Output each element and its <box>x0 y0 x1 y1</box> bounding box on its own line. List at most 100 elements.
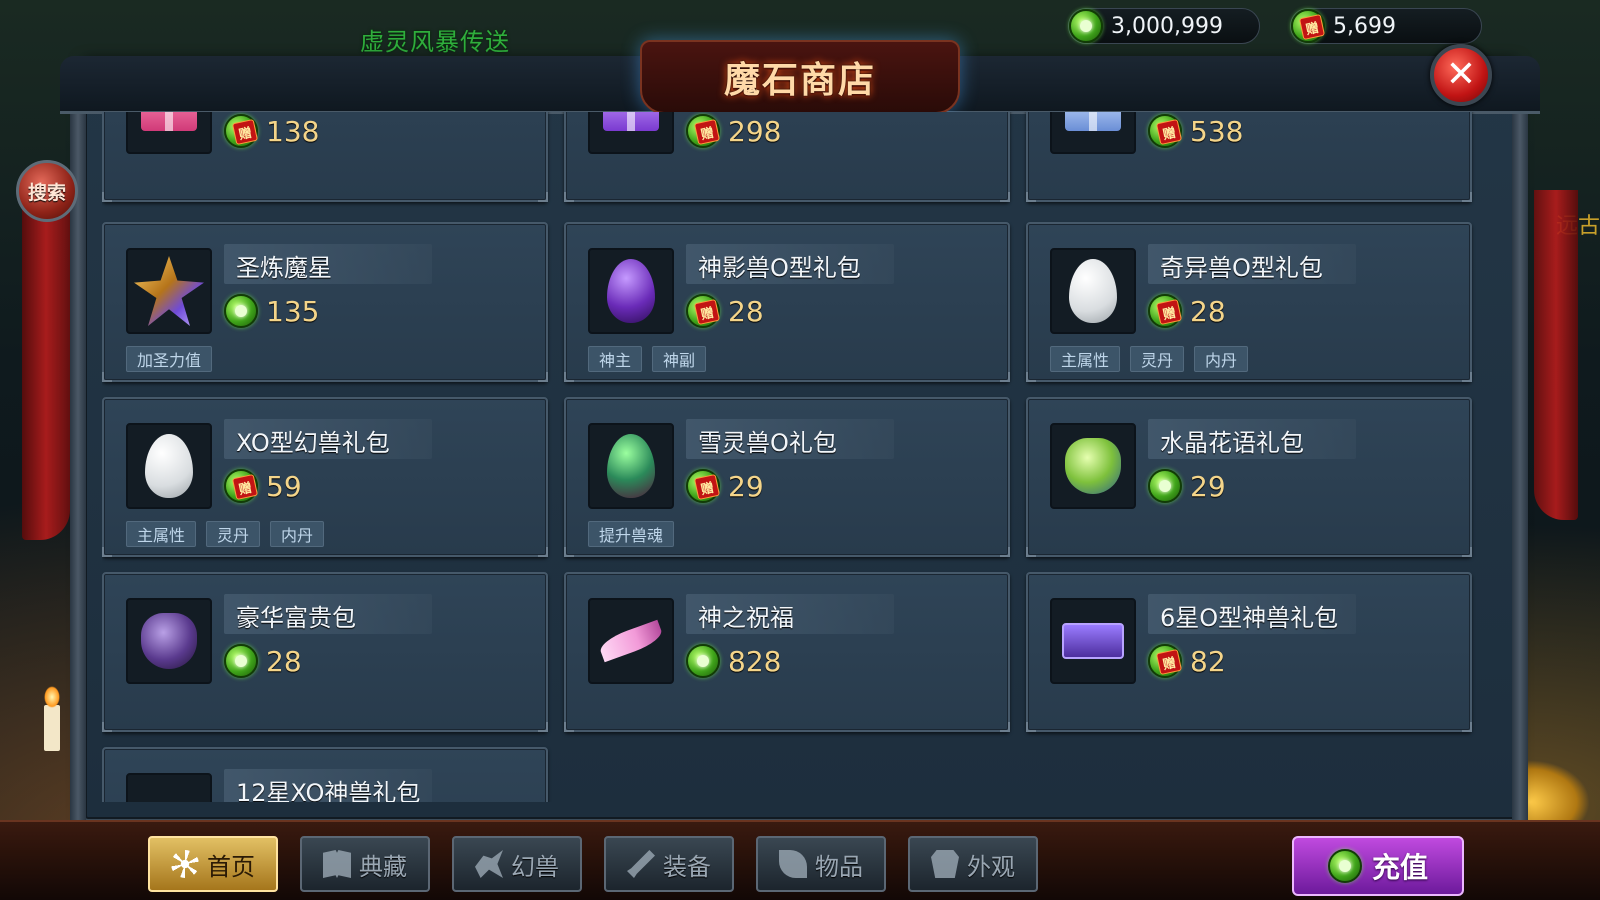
armor-icon <box>931 850 959 878</box>
white-egg-icon <box>1050 248 1136 334</box>
item-price: 28 <box>1190 294 1226 328</box>
item-icon <box>126 773 212 802</box>
item-tag[interactable]: 提升兽魂 <box>588 521 675 547</box>
item-card[interactable]: 神之祝福 828 <box>564 572 1010 732</box>
item-price: 28 <box>728 294 764 328</box>
scene-banner-text: 虚灵风暴传送 <box>360 28 510 56</box>
item-tags: 加圣力值 <box>126 346 213 372</box>
price-row: 赠 28 <box>686 294 764 328</box>
purple-egg-icon <box>588 248 674 334</box>
gold-amount: 3,000,999 <box>1111 13 1223 39</box>
bonus-stone-icon: 赠 <box>686 469 721 503</box>
price-row: 赠 138 <box>224 114 319 148</box>
item-card[interactable]: 赠 538 <box>1026 112 1472 202</box>
item-card[interactable]: 豪华富贵包 28 <box>102 572 548 732</box>
tab-beast[interactable]: 幻兽 <box>452 836 582 892</box>
item-name: 奇异兽O型礼包 <box>1160 254 1323 282</box>
bonus-tag: 赠 <box>693 118 721 146</box>
magic-stone-icon <box>224 294 258 328</box>
item-card[interactable]: 12星XO神兽礼包 <box>102 747 548 802</box>
dragon-icon <box>475 850 503 878</box>
item-price: 29 <box>728 469 764 503</box>
bonus-stone-icon: 赠 <box>1148 294 1183 328</box>
price-row: 赠 28 <box>1148 294 1226 328</box>
item-tags: 提升兽魂 <box>588 521 675 547</box>
bottom-nav: 首页 典藏 幻兽 装备 物品 外观 <box>148 836 1038 892</box>
tab-beast-label: 幻兽 <box>511 852 559 881</box>
green-egg-icon <box>588 423 674 509</box>
item-name: 神影兽O型礼包 <box>698 254 861 282</box>
crystal-bag-icon <box>1050 423 1136 509</box>
star-weapon-icon <box>126 248 212 334</box>
bonus-stone-icon: 赠 <box>686 114 721 148</box>
item-tag[interactable]: 内丹 <box>270 521 325 547</box>
item-name: 神之祝福 <box>698 604 794 632</box>
tab-goods[interactable]: 物品 <box>756 836 886 892</box>
bonus-tag: 赠 <box>231 473 259 501</box>
item-tag[interactable]: 加圣力值 <box>126 346 213 372</box>
bonus-tag: 赠 <box>1155 118 1183 146</box>
gold-currency-display: 3,000,999 <box>1068 8 1260 44</box>
item-card[interactable]: 水晶花语礼包 29 <box>1026 397 1472 557</box>
item-tag[interactable]: 内丹 <box>1194 346 1249 372</box>
close-button[interactable]: ✕ <box>1430 44 1492 106</box>
item-card[interactable]: 雪灵兽O礼包赠 29 提升兽魂 <box>564 397 1010 557</box>
item-tags: 神主 神副 <box>588 346 707 372</box>
chest-icon <box>1050 598 1136 684</box>
tab-equipment-label: 装备 <box>663 852 711 881</box>
tab-collection[interactable]: 典藏 <box>300 836 430 892</box>
item-tag[interactable]: 灵丹 <box>206 521 261 547</box>
tab-equipment[interactable]: 装备 <box>604 836 734 892</box>
feather-icon <box>588 598 674 684</box>
item-card[interactable]: 奇异兽O型礼包赠 28 主属性 灵丹 内丹 <box>1026 222 1472 382</box>
gift-violet-icon <box>588 112 674 154</box>
item-name: 6星O型神兽礼包 <box>1160 604 1339 632</box>
magic-stone-icon <box>1327 849 1362 883</box>
dark-bag-icon <box>126 598 212 684</box>
item-tag[interactable]: 主属性 <box>1050 346 1121 372</box>
price-row: 28 <box>224 644 302 678</box>
item-card[interactable]: 圣炼魔星 135 加圣力值 <box>102 222 548 382</box>
item-name: 雪灵兽O礼包 <box>698 429 837 457</box>
item-card[interactable]: 6星O型神兽礼包赠 82 <box>1026 572 1472 732</box>
tab-home[interactable]: 首页 <box>148 836 278 892</box>
white-egg-icon <box>126 423 212 509</box>
right-curtain <box>1534 190 1578 520</box>
magic-stone-icon <box>686 644 720 678</box>
item-tag[interactable]: 神副 <box>652 346 707 372</box>
flame-icon <box>44 686 60 708</box>
price-row: 29 <box>1148 469 1226 503</box>
item-tag[interactable]: 主属性 <box>126 521 197 547</box>
recharge-button[interactable]: 充值 <box>1292 836 1464 896</box>
bonus-tag: 赠 <box>231 118 259 146</box>
bonus-stone-icon: 赠 <box>1148 644 1183 678</box>
item-card[interactable]: 神影兽O型礼包赠 28 神主 神副 <box>564 222 1010 382</box>
price-row: 赠 298 <box>686 114 781 148</box>
item-card[interactable]: 赠 298 <box>564 112 1010 202</box>
price-row: 赠 29 <box>686 469 764 503</box>
tab-home-label: 首页 <box>207 852 255 881</box>
leaf-icon <box>779 850 807 878</box>
price-row: 828 <box>686 644 781 678</box>
item-grid[interactable]: 赠 138 赠 298 赠 538 圣炼魔星 135 加圣力值 神影兽O型礼包赠 28 神主 神副 奇异兽… <box>102 112 1494 802</box>
item-price: 138 <box>266 114 320 148</box>
bonus-stone-icon: 赠 <box>224 114 259 148</box>
candle-decoration <box>44 705 60 751</box>
item-price: 59 <box>266 469 302 503</box>
tab-appearance[interactable]: 外观 <box>908 836 1038 892</box>
search-button[interactable]: 搜索 <box>16 160 78 222</box>
item-card[interactable]: 赠 138 <box>102 112 548 202</box>
price-row: 135 <box>224 294 319 328</box>
title-plate: 魔石商店 <box>640 40 960 114</box>
item-tags: 主属性 灵丹 内丹 <box>126 521 325 547</box>
item-tag[interactable]: 灵丹 <box>1130 346 1185 372</box>
price-row: 赠 538 <box>1148 114 1243 148</box>
tab-collection-label: 典藏 <box>359 852 407 881</box>
item-tag[interactable]: 神主 <box>588 346 643 372</box>
gift-blue-icon <box>1050 112 1136 154</box>
magic-stone-icon <box>224 644 258 678</box>
bonus-currency-display: 赠 5,699 <box>1290 8 1482 44</box>
item-price: 28 <box>266 644 302 678</box>
item-card[interactable]: XO型幻兽礼包赠 59 主属性 灵丹 内丹 <box>102 397 548 557</box>
item-name: 豪华富贵包 <box>236 604 356 632</box>
